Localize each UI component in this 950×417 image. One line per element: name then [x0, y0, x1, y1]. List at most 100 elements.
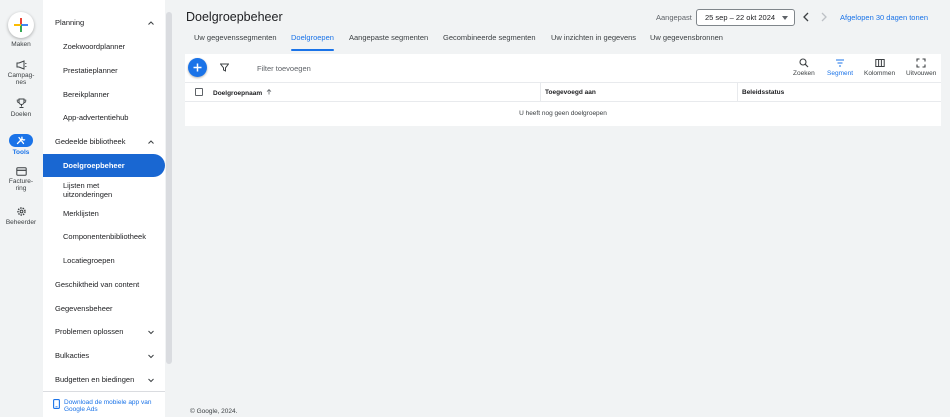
- nav-item-audience-manager[interactable]: Doelgroepbeheer: [43, 154, 165, 177]
- nav-label: Gegevensbeheer: [55, 304, 113, 313]
- make-label: Maken: [11, 41, 31, 48]
- page-title: Doelgroepbeheer: [186, 10, 283, 24]
- filter-icon[interactable]: [220, 63, 229, 72]
- rail-item-billing[interactable]: Facture- ring: [0, 167, 42, 192]
- nav-group-data-manager[interactable]: Gegevensbeheer: [43, 301, 165, 316]
- nav-label: Bereikplanner: [63, 90, 110, 99]
- columns-icon: [874, 59, 885, 67]
- column-header-added-to[interactable]: Toegevoegd aan: [545, 89, 596, 96]
- megaphone-icon: [16, 60, 26, 70]
- nav-label: Budgetten en biedingen: [55, 375, 135, 384]
- nav-item-exclusion-lists[interactable]: Lijsten met uitzonderingen: [43, 179, 165, 201]
- plus-icon: [8, 12, 34, 38]
- nav-label: App-advertentiehub: [63, 113, 129, 122]
- date-range-label: Aangepast: [656, 13, 692, 22]
- rail-item-tools[interactable]: Tools: [0, 134, 42, 156]
- segment-icon: [836, 59, 845, 67]
- nav-label: Locatiegroepen: [63, 256, 115, 265]
- tab-custom-segments[interactable]: Aangepaste segmenten: [349, 33, 428, 51]
- nav-group-planning[interactable]: Planning: [43, 15, 165, 30]
- column-header-policy-status[interactable]: Beleidsstatus: [742, 89, 784, 96]
- rail-label: Campag-: [7, 72, 35, 79]
- download-label: Google Ads: [64, 406, 98, 413]
- chevron-left-icon[interactable]: [801, 11, 811, 23]
- add-audience-button[interactable]: [188, 58, 207, 77]
- rail-item-admin[interactable]: Beheerder: [0, 206, 42, 226]
- nav-label: Planning: [55, 18, 85, 27]
- column-header-audience-name[interactable]: Doelgroepnaam: [213, 89, 272, 97]
- nav-item-asset-library[interactable]: Componentenbibliotheek: [43, 229, 165, 244]
- nav-label: Prestatieplanner: [63, 66, 118, 75]
- plus-icon: [193, 63, 202, 72]
- tool-label: Kolommen: [864, 70, 896, 77]
- nav-item-reach-planner[interactable]: Bereikplanner: [43, 87, 165, 102]
- chevron-up-icon: [148, 20, 154, 25]
- download-label: Download de mobiele app van: [64, 399, 152, 406]
- select-all-checkbox[interactable]: [195, 88, 203, 96]
- rail-label: nes: [15, 79, 27, 86]
- nav-label: Bulkacties: [55, 351, 90, 360]
- segment-button[interactable]: Segment: [827, 58, 853, 77]
- nav-item-keyword-planner[interactable]: Zoekwoordplanner: [43, 39, 165, 54]
- search-icon: [799, 58, 809, 68]
- audiences-table-card: Filter toevoegen Zoeken Segment Kolommen…: [185, 54, 941, 126]
- nav-scrollbar[interactable]: [166, 12, 172, 364]
- expand-button[interactable]: Uitvouwen: [906, 58, 936, 77]
- copyright-footer: © Google, 2024.: [190, 408, 238, 415]
- nav-item-performance-planner[interactable]: Prestatieplanner: [43, 63, 165, 78]
- nav-item-app-ad-hub[interactable]: App-advertentiehub: [43, 110, 165, 125]
- chevron-down-icon: [148, 330, 154, 334]
- empty-table-message: U heeft nog geen doelgroepen: [519, 110, 607, 117]
- column-separator: [540, 83, 541, 102]
- date-range-select[interactable]: 25 sep – 22 okt 2024: [696, 9, 795, 26]
- rail-label: ring: [15, 185, 27, 192]
- trophy-icon: [16, 98, 26, 108]
- nav-label: Gedeelde bibliotheek: [55, 137, 126, 146]
- nav-label: Problemen oplossen: [55, 327, 124, 336]
- column-separator: [737, 83, 738, 102]
- download-app-link[interactable]: Download de mobiele app van Google Ads: [53, 399, 163, 413]
- rail-item-goals[interactable]: Doelen: [0, 98, 42, 118]
- chevron-right-icon[interactable]: [819, 11, 829, 23]
- nav-group-budgets-bids[interactable]: Budgetten en biedingen: [43, 372, 165, 387]
- nav-label: Componentenbibliotheek: [63, 232, 146, 241]
- tab-your-data-insights[interactable]: Uw inzichten in gegevens: [551, 33, 636, 51]
- nav-group-troubleshooting[interactable]: Problemen oplossen: [43, 324, 165, 339]
- tool-label: Uitvouwen: [906, 70, 937, 77]
- rail-item-campaigns[interactable]: Campag- nes: [0, 60, 42, 86]
- nav-item-brand-lists[interactable]: Merklijsten: [43, 206, 165, 221]
- tab-audiences[interactable]: Doelgroepen: [291, 33, 334, 51]
- nav-divider: [43, 391, 165, 392]
- nav-group-bulk-actions[interactable]: Bulkacties: [43, 348, 165, 363]
- rail-label: Beheerder: [5, 219, 37, 226]
- nav-label: Lijsten met: [63, 180, 100, 190]
- nav-label: Geschiktheid van content: [55, 280, 140, 289]
- filter-input[interactable]: Filter toevoegen: [257, 64, 311, 73]
- tab-your-data-segments[interactable]: Uw gegevenssegmenten: [194, 33, 277, 51]
- nav-group-content-suitability[interactable]: Geschiktheid van content: [43, 277, 165, 292]
- chevron-up-icon: [148, 139, 154, 144]
- nav-label: Merklijsten: [63, 209, 99, 218]
- tool-label: Segment: [827, 70, 854, 77]
- date-range-value: 25 sep – 22 okt 2024: [705, 13, 776, 22]
- credit-card-icon: [15, 167, 27, 176]
- nav-group-shared-library[interactable]: Gedeelde bibliotheek: [43, 134, 165, 149]
- tab-your-data-sources[interactable]: Uw gegevensbronnen: [650, 33, 723, 51]
- nav-item-location-groups[interactable]: Locatiegroepen: [43, 253, 165, 268]
- tab-combined-segments[interactable]: Gecombineerde segmenten: [443, 33, 536, 51]
- search-button[interactable]: Zoeken: [793, 58, 815, 77]
- phone-icon: [53, 399, 60, 409]
- tool-label: Zoeken: [793, 70, 815, 77]
- make-button[interactable]: Maken: [0, 12, 42, 48]
- columns-button[interactable]: Kolommen: [864, 58, 895, 77]
- tools-nav-panel: Planning Zoekwoordplanner Prestatieplann…: [43, 0, 165, 417]
- show-last-30-days-link[interactable]: Afgelopen 30 dagen tonen: [840, 13, 928, 22]
- rail-label: Facture-: [8, 178, 34, 185]
- rail-label: Doelen: [10, 111, 32, 118]
- caret-down-icon: [782, 16, 788, 20]
- left-rail: Maken Campag- nes Doelen Tools Facture-: [0, 0, 42, 417]
- chevron-down-icon: [148, 354, 154, 358]
- sort-up-arrow-icon: [266, 89, 272, 95]
- rail-label: Tools: [12, 149, 30, 156]
- fullscreen-icon: [916, 58, 926, 68]
